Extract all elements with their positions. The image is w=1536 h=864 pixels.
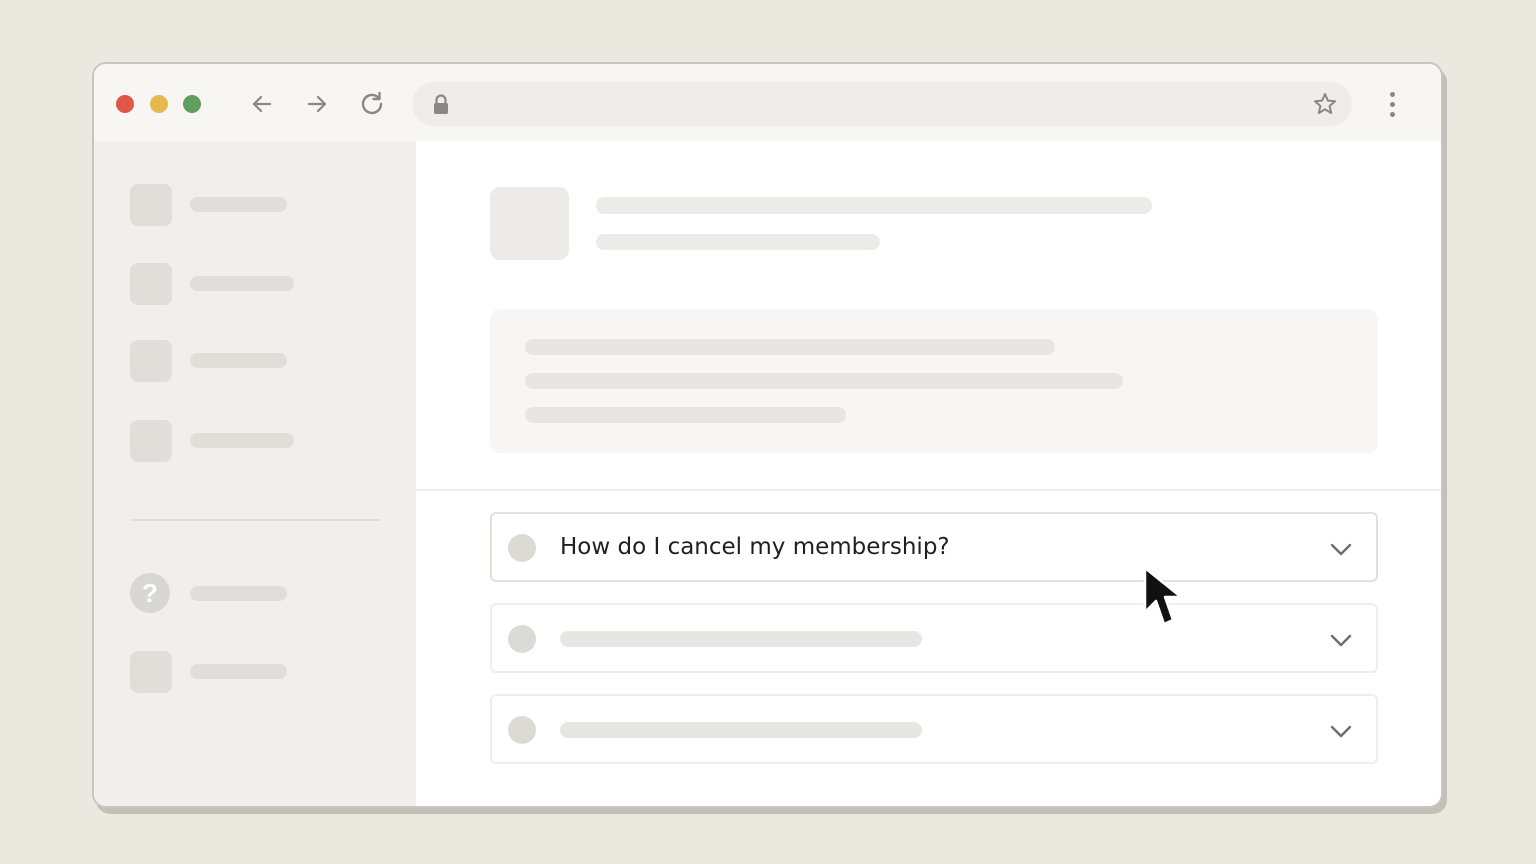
sidebar-item-icon: [130, 340, 172, 382]
reload-button[interactable]: [356, 88, 388, 120]
kebab-menu-icon[interactable]: [1378, 88, 1406, 120]
sidebar-item-help[interactable]: ?: [130, 573, 380, 615]
faq-item-radio[interactable]: [508, 625, 536, 653]
forward-button[interactable]: [301, 88, 333, 120]
faq-question-placeholder: [560, 722, 922, 738]
sidebar-item[interactable]: [130, 184, 380, 226]
help-icon: ?: [130, 573, 170, 613]
arrow-right-icon: [307, 95, 327, 113]
sidebar-item-label-placeholder: [190, 353, 287, 368]
browser-window: ? How do I cancel my membership?: [92, 62, 1443, 808]
sidebar-item-label-placeholder: [190, 586, 287, 601]
chevron-down-icon[interactable]: [1328, 536, 1354, 562]
minimize-window-button[interactable]: [150, 95, 168, 113]
back-button[interactable]: [246, 88, 278, 120]
sidebar-item-icon: [130, 263, 172, 305]
info-line-placeholder: [525, 373, 1123, 389]
page-avatar-placeholder: [490, 187, 569, 260]
lock-icon: [434, 94, 448, 114]
info-line-placeholder: [525, 339, 1055, 355]
sidebar-item-label-placeholder: [190, 197, 287, 212]
info-line-placeholder: [525, 407, 846, 423]
sidebar-item-icon: [130, 184, 172, 226]
section-divider: [416, 489, 1441, 491]
faq-question: How do I cancel my membership?: [560, 534, 950, 560]
star-icon[interactable]: [1312, 91, 1338, 117]
main-content: How do I cancel my membership?: [416, 141, 1441, 806]
close-window-button[interactable]: [116, 95, 134, 113]
sidebar-item-icon: [130, 420, 172, 462]
arrow-left-icon: [252, 95, 272, 113]
sidebar-item[interactable]: [130, 420, 380, 462]
info-card: [490, 309, 1378, 453]
sidebar-item-icon: [130, 651, 172, 693]
reload-icon: [361, 91, 383, 115]
page-subtitle-placeholder: [596, 234, 880, 250]
chevron-down-icon[interactable]: [1328, 627, 1354, 653]
sidebar: ?: [94, 141, 416, 806]
browser-toolbar: [94, 64, 1441, 141]
faq-item[interactable]: How do I cancel my membership?: [490, 512, 1378, 582]
sidebar-item[interactable]: [130, 651, 380, 693]
address-bar[interactable]: [412, 82, 1352, 126]
sidebar-item-label-placeholder: [190, 276, 294, 291]
faq-item-radio[interactable]: [508, 534, 536, 562]
faq-item-radio[interactable]: [508, 716, 536, 744]
faq-item[interactable]: [490, 694, 1378, 764]
faq-item[interactable]: [490, 603, 1378, 673]
zoom-window-button[interactable]: [183, 95, 201, 113]
sidebar-item[interactable]: [130, 340, 380, 382]
sidebar-item-label-placeholder: [190, 433, 294, 448]
faq-question-placeholder: [560, 631, 922, 647]
sidebar-divider: [130, 519, 380, 521]
sidebar-item-label-placeholder: [190, 664, 287, 679]
page-title-placeholder: [596, 197, 1152, 214]
sidebar-item[interactable]: [130, 263, 380, 305]
chevron-down-icon[interactable]: [1328, 718, 1354, 744]
